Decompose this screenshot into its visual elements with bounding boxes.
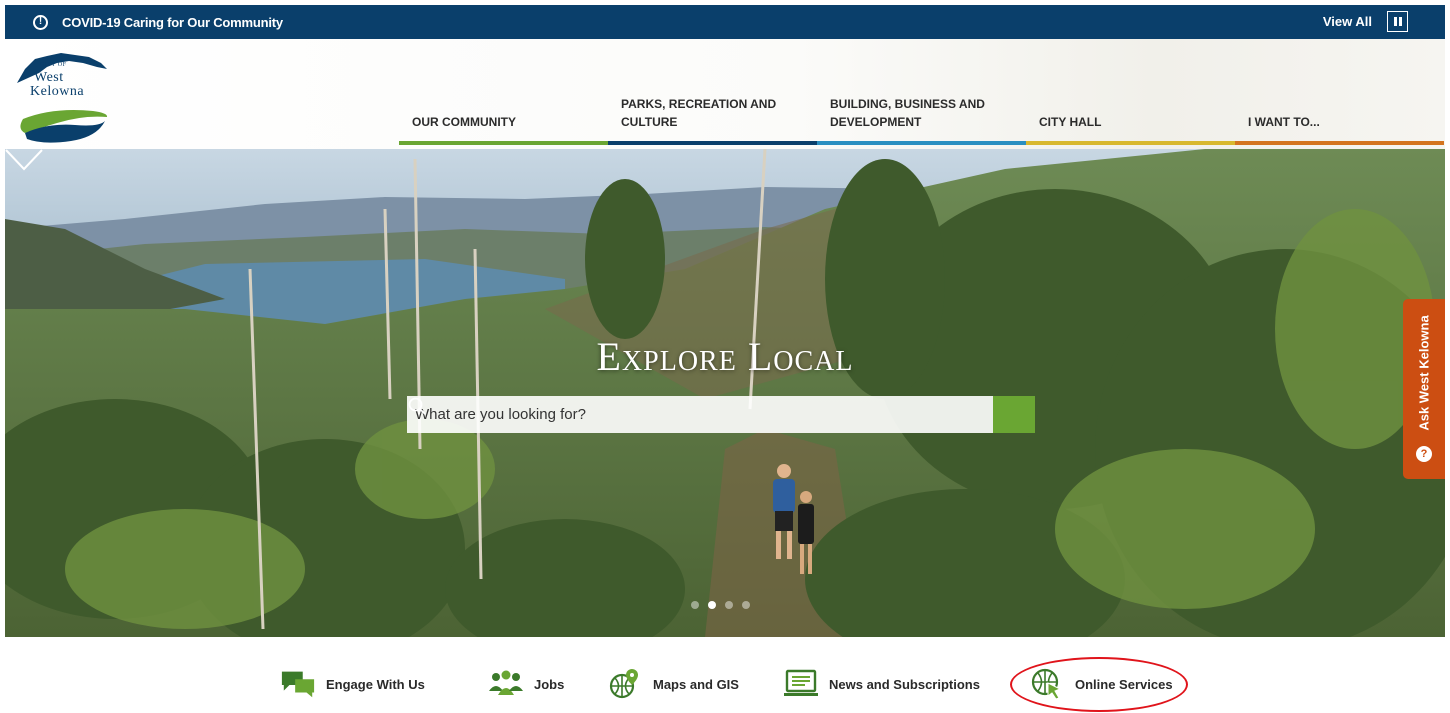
main-nav: OUR COMMUNITY PARKS, RECREATION AND CULT… [399, 39, 1444, 149]
nav-label: I WANT TO... [1248, 115, 1320, 129]
quick-link-news[interactable]: News and Subscriptions [783, 664, 980, 704]
nav-underline [608, 141, 817, 145]
nav-underline [817, 141, 1026, 145]
globe-pin-icon [607, 668, 643, 700]
slide-dot[interactable] [691, 601, 699, 609]
quick-link-maps[interactable]: Maps and GIS [607, 664, 739, 704]
search-icon [408, 397, 426, 415]
page: ! COVID-19 Caring for Our Community View… [0, 0, 1450, 713]
logo-kelowna: Kelowna [30, 84, 85, 99]
nav-item-city-hall[interactable]: CITY HALL [1026, 39, 1235, 145]
search-input[interactable] [407, 396, 993, 433]
city-logo[interactable]: CITY OF West Kelowna [13, 49, 111, 144]
view-all-link[interactable]: View All [1323, 14, 1372, 29]
nav-label: PARKS, RECREATION AND CULTURE [621, 97, 777, 129]
chevron-down-icon[interactable] [5, 149, 43, 171]
question-icon: ? [1416, 446, 1432, 462]
quick-link-online-services[interactable]: Online Services [1029, 664, 1173, 704]
laptop-news-icon [783, 668, 819, 700]
quick-link-jobs[interactable]: Jobs [488, 664, 564, 704]
nav-underline [1235, 141, 1444, 145]
slide-dot[interactable] [725, 601, 733, 609]
hero-landscape-image [5, 149, 1445, 637]
slide-dot-active[interactable] [708, 601, 716, 609]
quick-link-label: Online Services [1075, 676, 1173, 692]
people-group-icon [488, 668, 524, 700]
quick-link-engage[interactable]: Engage With Us [280, 664, 425, 704]
quick-links: Engage With Us Jobs Maps and GIS News an… [0, 637, 1450, 713]
nav-underline [1026, 141, 1235, 145]
site-header: CITY OF West Kelowna OUR COMMUNITY PARKS… [5, 39, 1445, 149]
pause-icon[interactable] [1387, 11, 1408, 32]
quick-link-label: News and Subscriptions [829, 676, 980, 692]
search-bar [407, 396, 1035, 433]
ask-west-kelowna-tab[interactable]: Ask West Kelowna ? [1403, 299, 1445, 479]
nav-item-i-want-to[interactable]: I WANT TO... [1235, 39, 1444, 145]
search-button[interactable] [408, 396, 1035, 433]
hero-banner: Explore Local [5, 149, 1445, 637]
slide-indicators [691, 601, 750, 609]
nav-item-parks-recreation-culture[interactable]: PARKS, RECREATION AND CULTURE [608, 39, 817, 145]
nav-label: CITY HALL [1039, 115, 1102, 129]
quick-link-label: Jobs [534, 676, 565, 692]
nav-label: BUILDING, BUSINESS AND DEVELOPMENT [830, 97, 985, 129]
quick-link-label: Maps and GIS [653, 676, 739, 692]
chat-bubbles-icon [280, 668, 316, 700]
ask-tab-label: Ask West Kelowna [1416, 315, 1432, 431]
alert-bar: ! COVID-19 Caring for Our Community View… [5, 5, 1445, 39]
info-circle-icon: ! [33, 14, 48, 30]
nav-underline [399, 141, 608, 145]
globe-cursor-icon [1029, 668, 1065, 700]
hero-title: Explore Local [596, 334, 854, 379]
nav-label: OUR COMMUNITY [412, 115, 516, 129]
slide-dot[interactable] [742, 601, 750, 609]
logo-city-of: CITY OF [40, 62, 67, 68]
nav-item-building-business-development[interactable]: BUILDING, BUSINESS AND DEVELOPMENT [817, 39, 1026, 145]
nav-item-our-community[interactable]: OUR COMMUNITY [399, 39, 608, 145]
alert-link[interactable]: COVID-19 Caring for Our Community [62, 15, 283, 30]
quick-link-label: Engage With Us [326, 676, 425, 692]
